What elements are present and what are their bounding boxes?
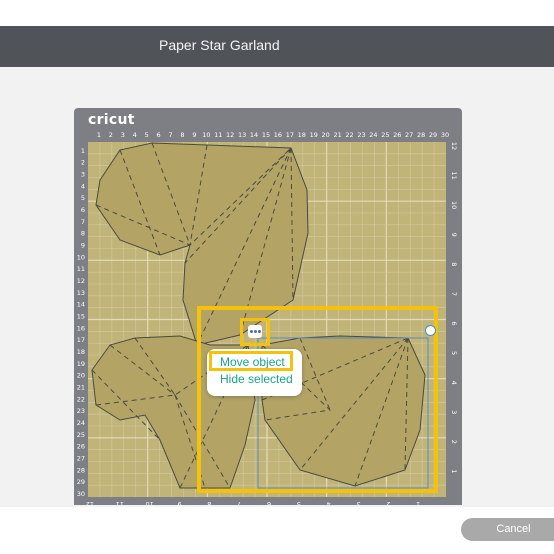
ruler-label: 14 (250, 131, 258, 139)
ruler-label: 7 (81, 218, 85, 226)
ruler-label: 28 (417, 131, 425, 139)
ruler-label: 5 (450, 351, 458, 355)
ruler-label: 5 (145, 131, 149, 139)
ruler-label: 16 (274, 131, 282, 139)
rotate-handle-icon[interactable] (425, 325, 436, 336)
ruler-label: 5 (81, 194, 85, 202)
ruler-label: 30 (77, 490, 85, 498)
ruler-label: 26 (77, 443, 85, 451)
ruler-label: 16 (77, 324, 85, 332)
ruler-label: 17 (286, 131, 294, 139)
ruler-label: 18 (77, 348, 85, 356)
ruler-label: 15 (77, 313, 85, 321)
ruler-label: 26 (393, 131, 401, 139)
ruler-label: 20 (322, 131, 330, 139)
ruler-label: 22 (345, 131, 353, 139)
ruler-label: 8 (450, 262, 458, 266)
more-options-icon[interactable] (248, 325, 262, 338)
ruler-label: 21 (77, 384, 85, 392)
ruler-label: 18 (298, 131, 306, 139)
ruler-label: 13 (77, 289, 85, 297)
ruler-label: 15 (262, 131, 270, 139)
ruler-label: 27 (405, 131, 413, 139)
ruler-label: 12 (226, 131, 234, 139)
ruler-label: 2 (81, 159, 85, 167)
highlight-selection (197, 306, 438, 493)
ruler-label: 27 (77, 455, 85, 463)
ruler-label: 1 (450, 469, 458, 473)
dot-icon (258, 330, 261, 333)
ruler-label: 13 (238, 131, 246, 139)
ruler-label: 4 (81, 182, 85, 190)
ruler-label: 19 (310, 131, 318, 139)
cricut-logo: cricut (88, 112, 135, 128)
ruler-label: 2 (109, 131, 113, 139)
ruler-label: 9 (450, 233, 458, 237)
ruler-label: 19 (77, 360, 85, 368)
ruler-label: 12 (450, 142, 458, 150)
ruler-label: 7 (168, 131, 172, 139)
ruler-label: 21 (333, 131, 341, 139)
ruler-label: 20 (77, 372, 85, 380)
ruler-label: 29 (429, 131, 437, 139)
cancel-button[interactable]: Cancel (461, 518, 554, 541)
ruler-label: 14 (77, 301, 85, 309)
menu-item-hide-selected[interactable]: Hide selected (220, 372, 293, 386)
highlight-move-object (209, 351, 293, 371)
ruler-label: 17 (77, 336, 85, 344)
ruler-label: 11 (214, 131, 222, 139)
ruler-label: 22 (77, 395, 85, 403)
ruler-label: 25 (77, 431, 85, 439)
ruler-label: 23 (77, 407, 85, 415)
ruler-label: 1 (97, 131, 101, 139)
ruler-label: 8 (81, 230, 85, 238)
ruler-label: 3 (81, 171, 85, 179)
ruler-label: 7 (450, 292, 458, 296)
dot-icon (254, 330, 257, 333)
ruler-label: 11 (77, 265, 85, 273)
ruler-label: 4 (133, 131, 137, 139)
ruler-label: 8 (180, 131, 184, 139)
ruler-label: 24 (77, 419, 85, 427)
ruler-label: 12 (77, 277, 85, 285)
ruler-label: 4 (450, 381, 458, 385)
ruler-label: 6 (81, 206, 85, 214)
ruler-label: 25 (381, 131, 389, 139)
ruler-label: 6 (450, 321, 458, 325)
ruler-label: 28 (77, 466, 85, 474)
dot-icon (250, 330, 253, 333)
ruler-label: 6 (157, 131, 161, 139)
ruler-label: 11 (450, 171, 458, 179)
ruler-label: 10 (77, 253, 85, 261)
ruler-label: 23 (357, 131, 365, 139)
ruler-label: 1 (81, 147, 85, 155)
ruler-label: 2 (450, 440, 458, 444)
ruler-label: 10 (202, 131, 210, 139)
ruler-label: 9 (192, 131, 196, 139)
ruler-label: 30 (441, 131, 449, 139)
ruler-label: 10 (450, 201, 458, 209)
ruler-label: 3 (121, 131, 125, 139)
ruler-label: 24 (369, 131, 377, 139)
ruler-label: 9 (81, 242, 85, 250)
ruler-label: 3 (450, 410, 458, 414)
ruler-label: 29 (77, 478, 85, 486)
